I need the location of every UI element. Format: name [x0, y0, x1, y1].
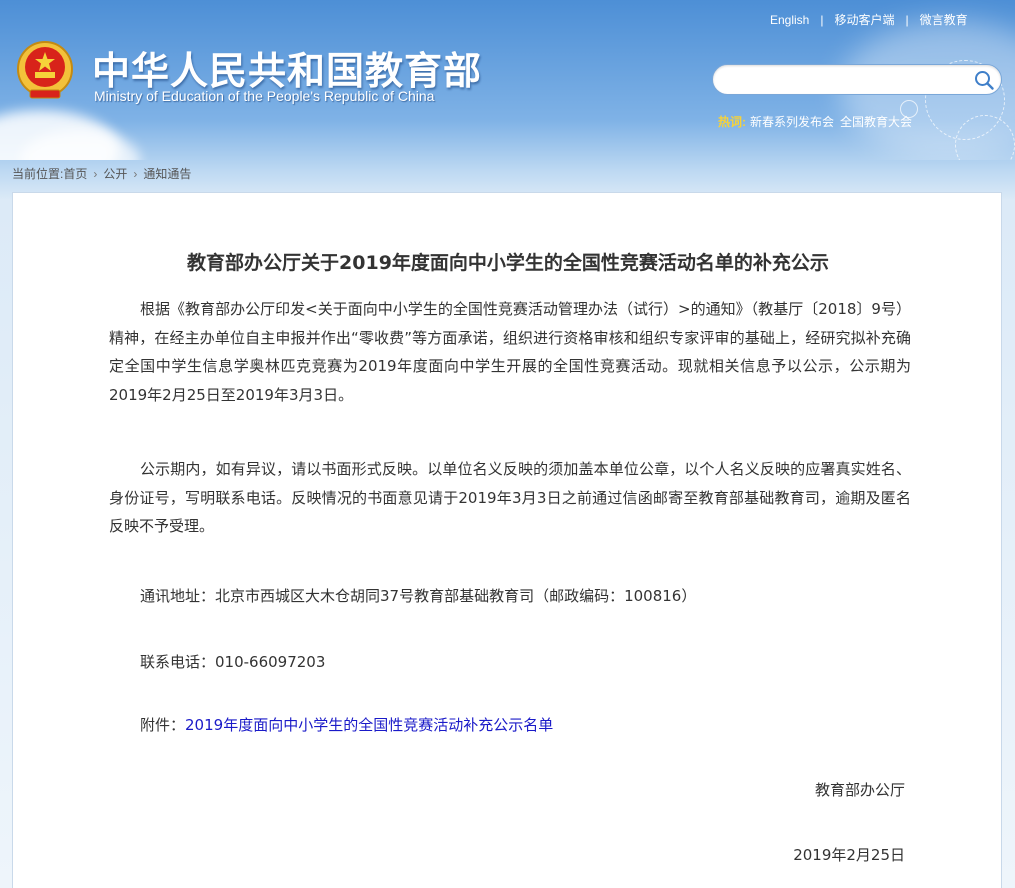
search-icon[interactable] [973, 69, 995, 91]
contact-address: 通讯地址：北京市西城区大木仓胡同37号教育部基础教育司（邮政编码：100816） [140, 587, 697, 605]
breadcrumb-public[interactable]: 公开 [103, 167, 127, 181]
separator: | [820, 13, 824, 27]
article-title: 教育部办公厅关于2019年度面向中小学生的全国性竞赛活动名单的补充公示 [187, 252, 829, 274]
hot-word-link[interactable]: 新春系列发布会 [750, 115, 834, 129]
site-title-cn[interactable]: 中华人民共和国教育部 [92, 40, 482, 95]
contact-phone: 联系电话：010-66097203 [140, 653, 326, 671]
search-box [712, 64, 1002, 95]
link-mobile-client[interactable]: 移动客户端 [834, 13, 894, 27]
signature-date: 2019年2月25日 [793, 846, 905, 864]
breadcrumb-notices[interactable]: 通知通告 [143, 167, 191, 181]
article-panel: 教育部办公厅关于2019年度面向中小学生的全国性竞赛活动名单的补充公示 根据《教… [12, 192, 1002, 888]
link-english[interactable]: English [770, 13, 809, 27]
chevron-right-icon: › [93, 167, 98, 181]
breadcrumb-home[interactable]: 首页 [63, 167, 87, 181]
attachment-line: 附件：2019年度面向中小学生的全国性竞赛活动补充公示名单 [140, 714, 553, 735]
article-paragraph-1: 根据《教育部办公厅印发<关于面向中小学生的全国性竞赛活动管理办法（试行）>的通知… [109, 300, 911, 404]
attachment-label: 附件： [140, 716, 186, 734]
site-header: 中华人民共和国教育部 Ministry of Education of the … [0, 0, 1015, 160]
national-emblem-icon[interactable] [16, 40, 74, 102]
signature-org: 教育部办公厅 [814, 781, 905, 799]
article-paragraph-2: 公示期内，如有异议，请以书面形式反映。以单位名义反映的须加盖本单位公章，以个人名… [109, 460, 911, 535]
link-weiyan[interactable]: 微言教育 [920, 13, 968, 27]
chevron-right-icon: › [133, 167, 138, 181]
search-input[interactable] [727, 71, 967, 89]
breadcrumb: 当前位置:首页 › 公开 › 通知通告 [12, 165, 191, 182]
top-links: English | 移动客户端 | 微言教育 [770, 11, 968, 28]
separator: | [905, 13, 909, 27]
hot-words-label: 热词: [718, 115, 746, 129]
hot-words: 热词: 新春系列发布会 全国教育大会 [718, 113, 918, 130]
breadcrumb-prefix: 当前位置: [12, 167, 64, 181]
attachment-link[interactable]: 2019年度面向中小学生的全国性竞赛活动补充公示名单 [185, 716, 553, 734]
site-title-en[interactable]: Ministry of Education of the People's Re… [94, 88, 434, 104]
hot-word-link[interactable]: 全国教育大会 [840, 115, 912, 129]
